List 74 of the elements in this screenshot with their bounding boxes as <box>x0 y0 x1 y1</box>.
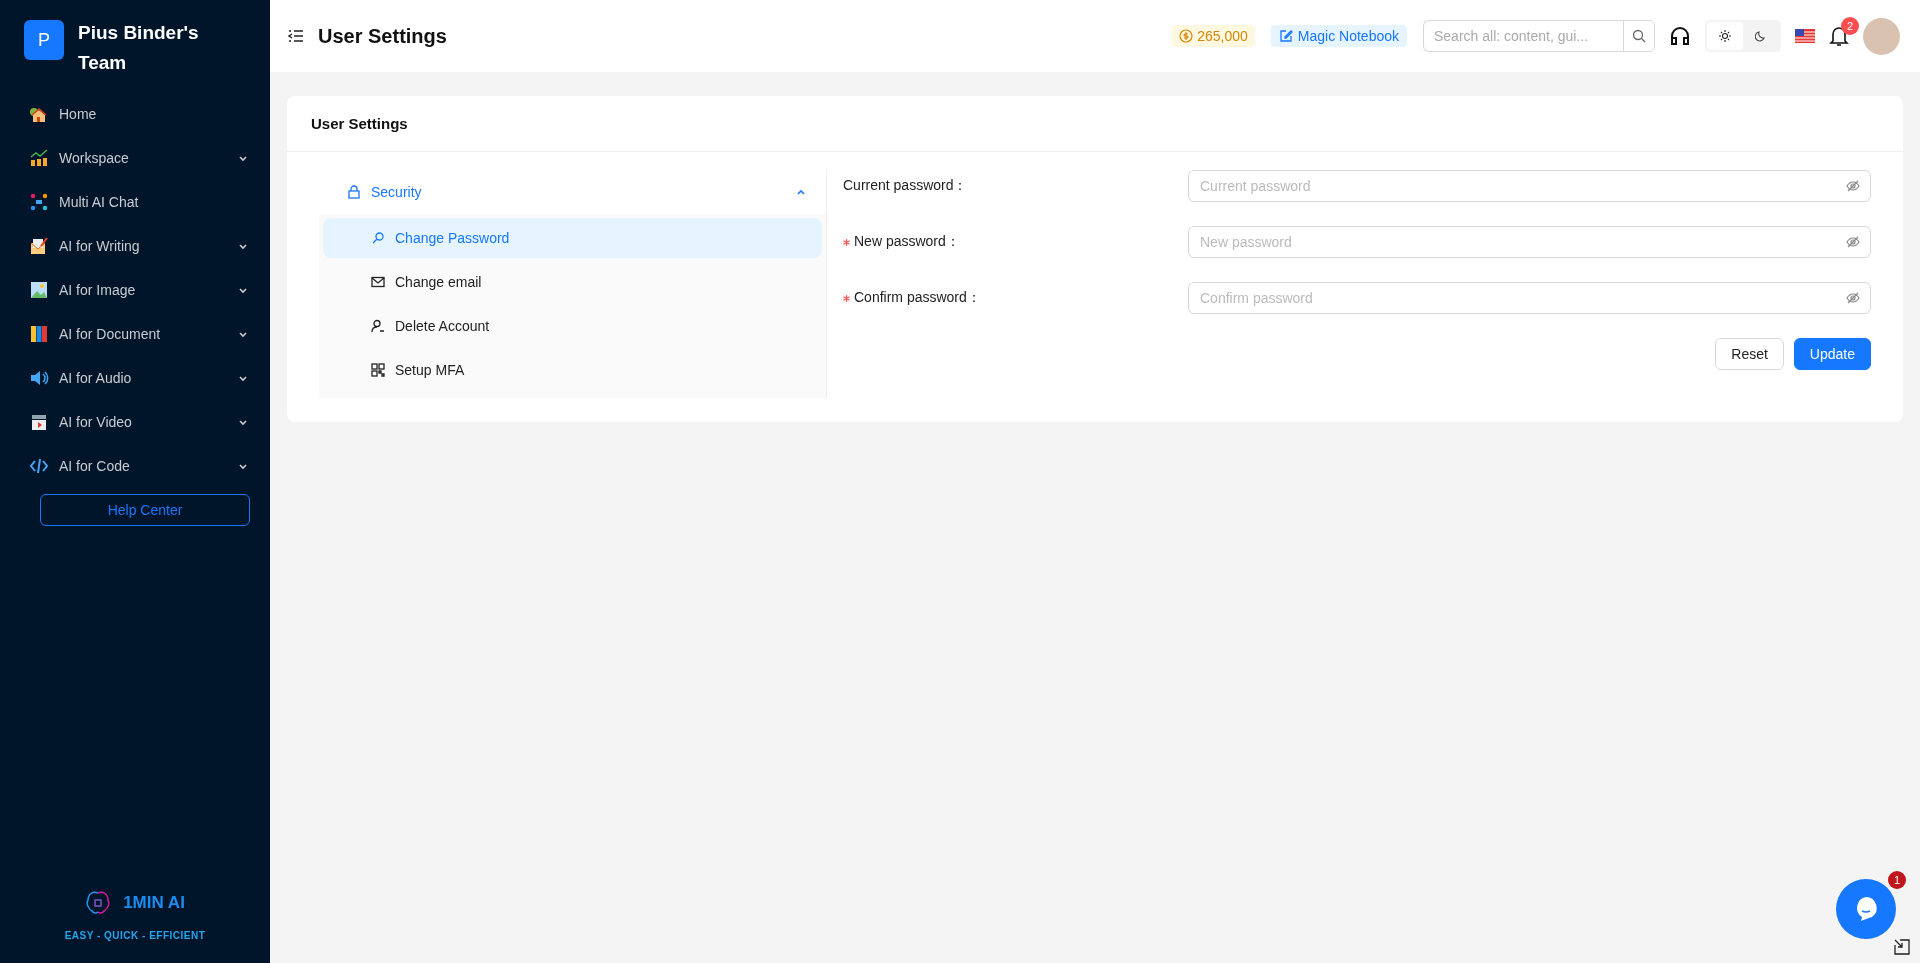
flag-icon[interactable] <box>1795 29 1815 43</box>
eye-off-icon[interactable] <box>1846 235 1860 249</box>
menu-group[interactable]: Security <box>319 170 826 214</box>
eye-off-icon[interactable] <box>1846 291 1860 305</box>
search-button[interactable] <box>1623 20 1655 52</box>
brand-tagline: EASY - QUICK - EFFICIENT <box>64 930 206 941</box>
edit-icon <box>1278 29 1293 43</box>
binders-icon <box>29 324 49 344</box>
qr-code-icon <box>371 363 385 377</box>
bell-icon[interactable] <box>1829 25 1849 47</box>
chevron-down-icon <box>238 461 248 471</box>
sidebar-item[interactable]: Multi AI Chat <box>0 180 270 224</box>
lock-icon <box>347 185 361 199</box>
coin-icon <box>1179 29 1194 43</box>
chevron-down-icon <box>238 417 248 427</box>
network-dots-icon <box>29 192 49 212</box>
code-icon <box>29 456 49 476</box>
update-button[interactable]: Update <box>1793 338 1871 370</box>
clapperboard-icon <box>29 412 49 432</box>
chat-button[interactable] <box>1836 879 1896 939</box>
required-asterisk-icon <box>843 294 850 302</box>
team-name: Pius Binder's Team <box>78 21 200 75</box>
envelope-pencil-icon <box>29 236 49 256</box>
page-title: User Settings <box>318 24 448 48</box>
sidebar-item[interactable]: Home <box>0 92 270 136</box>
password-field[interactable]: New password <box>1188 226 1871 258</box>
team-avatar: P <box>24 20 64 60</box>
moon-icon <box>1755 30 1767 42</box>
light-mode-button[interactable] <box>1707 22 1743 50</box>
chevron-down-icon <box>238 285 248 295</box>
expand-corner-icon[interactable] <box>1894 939 1910 955</box>
credits-badge: 265,000 <box>1172 25 1255 47</box>
picture-icon <box>29 280 49 300</box>
brand-name: 1MIN AI <box>123 893 185 913</box>
chevron-down-icon <box>238 241 248 251</box>
sidebar-item[interactable]: AI for Document <box>0 312 270 356</box>
reset-button[interactable]: Reset <box>1715 338 1784 370</box>
field-label: New password： <box>854 233 960 251</box>
speaker-icon <box>29 368 49 388</box>
sidebar-item[interactable]: AI for Writing <box>0 224 270 268</box>
sidebar-item[interactable]: Workspace <box>0 136 270 180</box>
card-title: User Settings <box>311 115 408 132</box>
sidebar-item[interactable]: AI for Code <box>0 444 270 488</box>
chevron-down-icon <box>238 329 248 339</box>
chat-unread-count: 1 <box>1888 871 1906 889</box>
password-field[interactable]: Current password <box>1188 170 1871 202</box>
menu-item[interactable]: Change Password <box>323 218 822 258</box>
magic-notebook-button[interactable]: Magic Notebook <box>1270 25 1407 47</box>
menu-item[interactable]: Change email <box>323 262 822 302</box>
sun-icon <box>1719 30 1731 42</box>
sidebar-item[interactable]: AI for Video <box>0 400 270 444</box>
key-icon <box>371 231 385 245</box>
field-label: Current password： <box>843 177 968 195</box>
chevron-down-icon <box>238 153 248 163</box>
menu-item[interactable]: Delete Account <box>323 306 822 346</box>
required-asterisk-icon <box>843 238 850 246</box>
coins-chart-icon <box>29 148 49 168</box>
user-icon <box>371 319 385 333</box>
brain-logo-icon <box>85 890 112 916</box>
notification-count: 2 <box>1841 17 1859 35</box>
mail-icon <box>371 275 385 289</box>
search-field[interactable]: Search all: content, gui... <box>1423 20 1623 52</box>
eye-off-icon[interactable] <box>1846 179 1860 193</box>
headphones-icon[interactable] <box>1669 25 1691 47</box>
sidebar-item[interactable]: AI for Image <box>0 268 270 312</box>
field-label: Confirm password： <box>854 289 981 307</box>
chevron-up-icon <box>796 187 806 197</box>
search-icon <box>1632 29 1646 43</box>
menu-item[interactable]: Setup MFA <box>323 350 822 390</box>
chevron-down-icon <box>238 373 248 383</box>
help-center-button[interactable]: Help Center <box>40 494 250 526</box>
password-field[interactable]: Confirm password <box>1188 282 1871 314</box>
menu-fold-icon[interactable] <box>288 28 304 44</box>
sidebar-item[interactable]: AI for Audio <box>0 356 270 400</box>
